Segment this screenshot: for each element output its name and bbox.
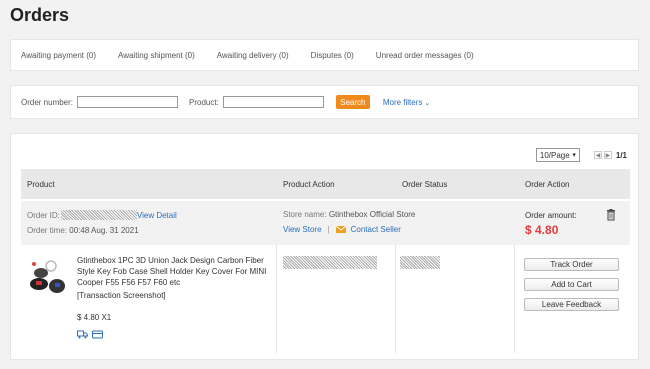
tab-disputes[interactable]: Disputes (0) xyxy=(311,51,354,60)
more-filters-link[interactable]: More filters ⌄ xyxy=(383,98,430,107)
add-to-cart-button[interactable]: Add to Cart xyxy=(524,278,619,291)
store-name: Gtinthebox Official Store xyxy=(328,210,416,219)
product-input[interactable] xyxy=(222,96,324,108)
store-name-label: Store name: xyxy=(283,210,327,219)
payment-card-icon xyxy=(92,326,103,344)
order-id-redacted xyxy=(60,210,137,220)
view-store-link[interactable]: View Store xyxy=(283,225,322,234)
more-filters-label: More filters xyxy=(382,97,423,107)
order-id-label: Order ID: xyxy=(27,210,60,220)
page-size-select[interactable]: 10/Page ▾ xyxy=(535,148,580,162)
header-order-action: Order Action xyxy=(525,179,570,189)
price-quantity: $ 4.80 X1 xyxy=(77,313,112,322)
table-header: Product Product Action Order Status Orde… xyxy=(21,169,630,199)
leave-feedback-button[interactable]: Leave Feedback xyxy=(524,298,619,311)
filter-bar: Order number: Product: Search More filte… xyxy=(10,85,639,119)
order-time-value: 00:48 Aug. 31 2021 xyxy=(69,226,139,235)
header-product: Product xyxy=(27,179,55,189)
search-button[interactable]: Search xyxy=(335,95,370,109)
product-thumbnail[interactable] xyxy=(27,255,72,300)
view-detail-link[interactable]: View Detail xyxy=(137,211,177,220)
order-time-label: Order time: xyxy=(27,226,68,235)
orders-panel: 10/Page ▾ ◀ ▶ 1/1 Product Product Action… xyxy=(10,133,639,360)
order-number-label: Order number: xyxy=(21,97,74,107)
header-product-action: Product Action xyxy=(283,179,335,189)
order-header: Order ID: View Detail Order time: 00:48 … xyxy=(21,201,630,245)
separator: | xyxy=(327,225,330,234)
next-page-icon[interactable]: ▶ xyxy=(603,151,612,159)
prev-page-icon[interactable]: ◀ xyxy=(593,151,602,159)
contact-seller-link[interactable]: Contact Seller xyxy=(351,225,401,234)
order-status-redacted xyxy=(400,256,440,269)
column-divider xyxy=(276,245,277,353)
column-divider xyxy=(514,245,515,353)
chevron-down-icon: ▾ xyxy=(572,152,576,159)
product-action-redacted xyxy=(283,256,377,269)
tab-awaiting-payment[interactable]: Awaiting payment (0) xyxy=(21,51,96,60)
tab-awaiting-shipment[interactable]: Awaiting shipment (0) xyxy=(118,51,195,60)
transaction-screenshot-link[interactable]: [Transaction Screenshot] xyxy=(77,291,166,300)
order-actions: Track Order Add to Cart Leave Feedback xyxy=(524,258,619,318)
envelope-icon[interactable] xyxy=(335,226,346,233)
product-title[interactable]: Gtinthebox 1PC 3D Union Jack Design Carb… xyxy=(77,255,272,288)
track-order-button[interactable]: Track Order xyxy=(524,258,619,271)
product-label: Product: xyxy=(189,97,219,107)
page-count: 1/1 xyxy=(615,150,627,160)
chevron-down-icon: ⌄ xyxy=(424,99,431,107)
header-order-status: Order Status xyxy=(402,179,448,189)
column-divider xyxy=(395,245,396,353)
order-number-input[interactable] xyxy=(77,96,179,108)
tab-awaiting-delivery[interactable]: Awaiting delivery (0) xyxy=(217,51,289,60)
order-amount-value: $ 4.80 xyxy=(525,223,559,237)
tab-unread-messages[interactable]: Unread order messages (0) xyxy=(376,51,474,60)
trash-icon[interactable] xyxy=(606,209,616,223)
order-amount-label: Order amount: xyxy=(525,211,577,220)
pager: 10/Page ▾ ◀ ▶ 1/1 xyxy=(535,148,627,162)
shipping-truck-icon xyxy=(77,326,88,344)
page-title: Orders xyxy=(10,5,70,25)
order-status-tabs: Awaiting payment (0) Awaiting shipment (… xyxy=(10,39,639,71)
page-size-value: 10/Page xyxy=(539,150,570,160)
